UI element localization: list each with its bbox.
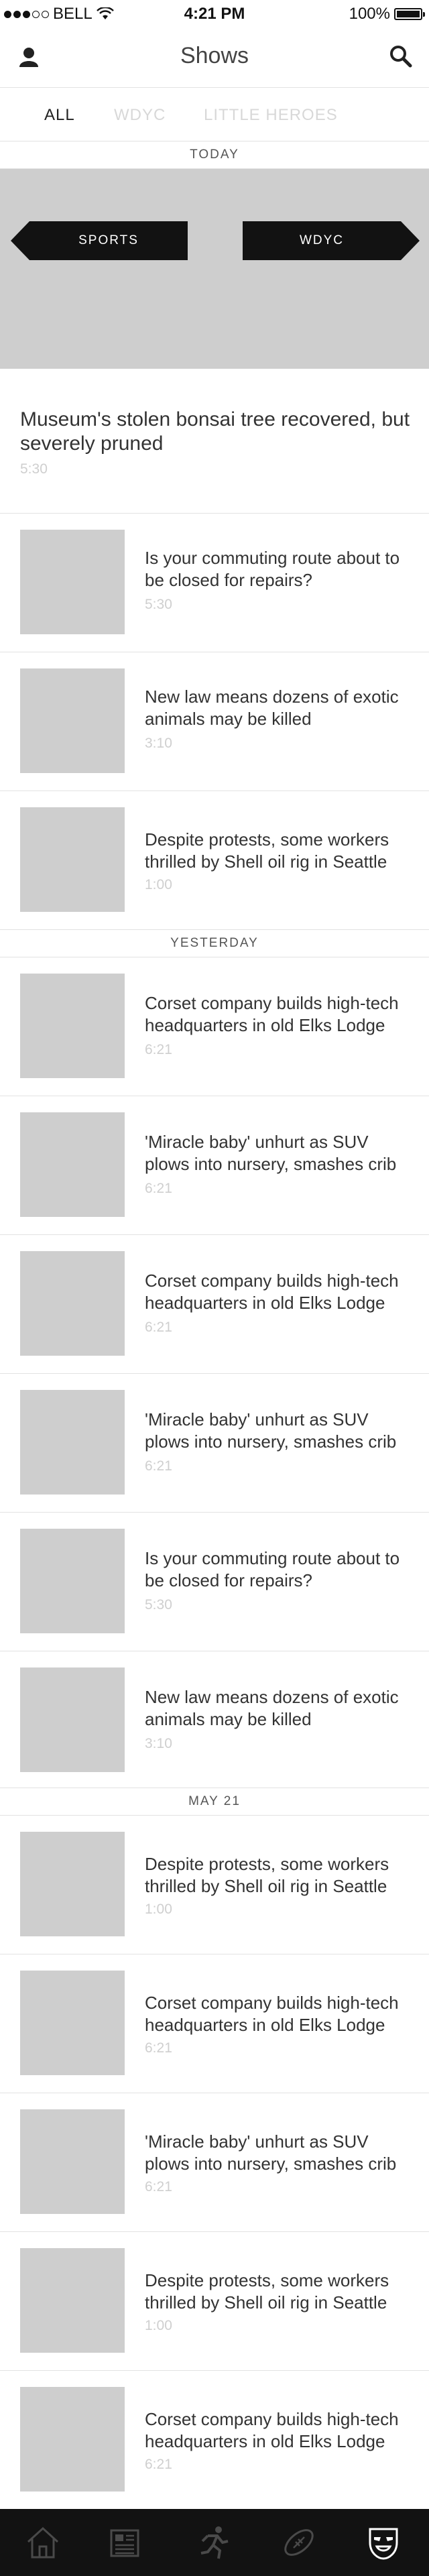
feature-title: Museum's stolen bonsai tree recovered, b… — [20, 408, 410, 455]
battery-icon — [394, 8, 425, 20]
feature-story[interactable]: Museum's stolen bonsai tree recovered, b… — [0, 369, 429, 514]
section-header-today: TODAY — [0, 141, 429, 169]
item-duration: 6:21 — [145, 2457, 172, 2472]
runner-icon[interactable] — [194, 2524, 232, 2561]
list-item[interactable]: 'Miracle baby' unhurt as SUV plows into … — [0, 1096, 429, 1235]
list-item[interactable]: Corset company builds high-tech headquar… — [0, 1954, 429, 2093]
item-duration: 6:21 — [145, 2179, 172, 2194]
list-item[interactable]: Corset company builds high-tech headquar… — [0, 2371, 429, 2510]
tab-little-heroes[interactable]: LITTLE HEROES — [204, 106, 338, 125]
thumbnail — [20, 2248, 125, 2353]
bottom-tab-bar — [0, 2509, 429, 2576]
item-duration: 6:21 — [145, 1181, 172, 1196]
item-duration: 5:30 — [145, 1597, 172, 1613]
list-item[interactable]: Despite protests, some workers thrilled … — [0, 791, 429, 931]
item-duration: 1:00 — [145, 877, 172, 892]
thumbnail — [20, 668, 125, 773]
list-item[interactable]: 'Miracle baby' unhurt as SUV plows into … — [0, 1374, 429, 1513]
thumbnail — [20, 1971, 125, 2075]
item-title: Despite protests, some workers thrilled … — [145, 829, 389, 872]
item-duration: 6:21 — [145, 1320, 172, 1335]
thumbnail — [20, 1529, 125, 1633]
thumbnail — [20, 974, 125, 1078]
filter-tabs: ALL WDYC LITTLE HEROES — [0, 87, 429, 141]
item-duration: 1:00 — [145, 2318, 172, 2333]
list-item[interactable]: New law means dozens of exotic animals m… — [0, 652, 429, 791]
item-title: 'Miracle baby' unhurt as SUV plows into … — [145, 1409, 397, 1452]
item-title: Is your commuting route about to be clos… — [145, 548, 400, 590]
tag-sports[interactable]: SPORTS — [29, 221, 188, 260]
item-title: Corset company builds high-tech headquar… — [145, 993, 399, 1035]
thumbnail — [20, 1251, 125, 1356]
list-item[interactable]: Is your commuting route about to be clos… — [0, 1513, 429, 1651]
feature-duration: 5:30 — [20, 461, 48, 477]
item-duration: 3:10 — [145, 736, 172, 751]
item-title: Corset company builds high-tech headquar… — [145, 2409, 399, 2451]
item-duration: 5:30 — [145, 597, 172, 612]
thumbnail — [20, 2387, 125, 2492]
tab-all[interactable]: ALL — [44, 106, 75, 125]
item-duration: 3:10 — [145, 1736, 172, 1751]
news-icon[interactable] — [106, 2524, 143, 2561]
status-bar: BELL 4:21 PM 100% — [0, 0, 429, 27]
item-title: 'Miracle baby' unhurt as SUV plows into … — [145, 2131, 397, 2174]
thumbnail — [20, 530, 125, 634]
list-item[interactable]: New law means dozens of exotic animals m… — [0, 1651, 429, 1789]
thumbnail — [20, 1390, 125, 1495]
section-header-yesterday: YESTERDAY — [0, 929, 429, 957]
item-duration: 6:21 — [145, 1458, 172, 1474]
home-icon[interactable] — [24, 2524, 62, 2561]
thumbnail — [20, 1667, 125, 1772]
tab-wdyc[interactable]: WDYC — [114, 106, 166, 125]
tag-wdyc[interactable]: WDYC — [243, 221, 401, 260]
thumbnail — [20, 2109, 125, 2214]
item-title: New law means dozens of exotic animals m… — [145, 687, 399, 729]
navigation-bar: Shows — [0, 27, 429, 88]
list-item[interactable]: Corset company builds high-tech headquar… — [0, 1235, 429, 1374]
item-title: Despite protests, some workers thrilled … — [145, 2270, 389, 2312]
list-item[interactable]: 'Miracle baby' unhurt as SUV plows into … — [0, 2093, 429, 2232]
section-header-may-21: MAY 21 — [0, 1788, 429, 1816]
list-item[interactable]: Corset company builds high-tech headquar… — [0, 957, 429, 1096]
list-item[interactable]: Despite protests, some workers thrilled … — [0, 1816, 429, 1954]
item-title: Despite protests, some workers thrilled … — [145, 1854, 389, 1896]
battery-info: 100% — [349, 5, 425, 23]
mask-icon[interactable] — [365, 2524, 402, 2561]
item-title: Is your commuting route about to be clos… — [145, 1548, 400, 1590]
item-duration: 6:21 — [145, 2040, 172, 2056]
thumbnail — [20, 1832, 125, 1936]
item-title: Corset company builds high-tech headquar… — [145, 1993, 399, 2035]
football-icon[interactable] — [280, 2524, 318, 2561]
item-title: New law means dozens of exotic animals m… — [145, 1687, 399, 1729]
item-duration: 6:21 — [145, 1042, 172, 1057]
item-title: 'Miracle baby' unhurt as SUV plows into … — [145, 1132, 397, 1174]
page-title: Shows — [180, 43, 249, 68]
battery-percent: 100% — [349, 5, 390, 23]
thumbnail — [20, 807, 125, 912]
list-item[interactable]: Despite protests, some workers thrilled … — [0, 2232, 429, 2371]
thumbnail — [20, 1112, 125, 1217]
item-duration: 1:00 — [145, 1901, 172, 1917]
list-item[interactable]: Is your commuting route about to be clos… — [0, 514, 429, 652]
search-icon[interactable] — [389, 44, 413, 68]
item-title: Corset company builds high-tech headquar… — [145, 1271, 399, 1313]
hero-banner[interactable]: SPORTS WDYC — [0, 169, 429, 369]
